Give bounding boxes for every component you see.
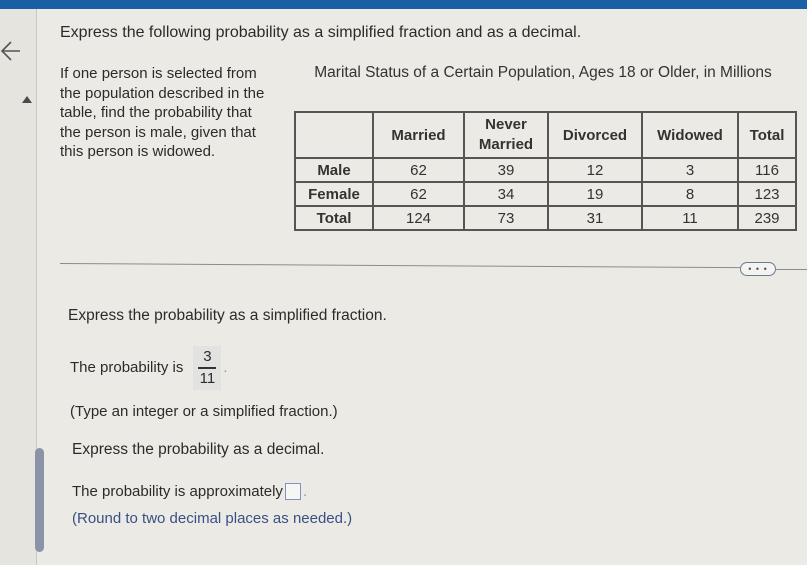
table-cell: 124: [372, 205, 465, 231]
part2-answer-line: The probability is approximately .: [72, 483, 307, 500]
part1-hint: (Type an integer or a simplified fractio…: [70, 403, 338, 420]
table-cell: 12: [547, 157, 643, 183]
table-cell: 34: [463, 181, 549, 207]
table-cell: 39: [463, 157, 549, 183]
arrow-left-icon[interactable]: [0, 40, 22, 62]
fraction-answer-field[interactable]: 3 11: [193, 346, 222, 390]
table-cell: 62: [372, 181, 465, 207]
part1-answer-line: The probability is 3 11 .: [70, 346, 228, 390]
table-cell: 123: [737, 181, 797, 207]
more-button[interactable]: • • •: [740, 262, 776, 276]
top-accent-bar: [0, 0, 807, 9]
never-married-label: Never Married: [478, 116, 534, 153]
column-header-married: Married: [372, 111, 465, 159]
left-gutter: [0, 9, 37, 565]
period: .: [302, 483, 308, 500]
part2-title: Express the probability as a decimal.: [72, 441, 325, 458]
problem-prompt: If one person is selected from the popul…: [60, 65, 265, 160]
marital-status-table: Married Never Married Divorced Widowed T…: [294, 111, 797, 231]
table-cell: 62: [372, 157, 465, 183]
table-cell: 116: [737, 157, 797, 183]
table-cell: 19: [547, 181, 643, 207]
column-header-widowed: Widowed: [641, 111, 739, 159]
table-cell: 31: [547, 205, 643, 231]
fraction-bar: [198, 367, 217, 369]
part2-hint: (Round to two decimal places as needed.): [72, 510, 353, 527]
fraction-denominator: 11: [199, 369, 216, 387]
section-divider: [59, 263, 740, 269]
column-header-blank: [294, 111, 374, 159]
column-header-divorced: Divorced: [547, 111, 643, 159]
section-divider-right: [775, 269, 807, 270]
table-cell: 8: [641, 181, 739, 207]
triangle-up-icon[interactable]: [22, 96, 32, 103]
table-cell: 239: [737, 205, 797, 231]
table-row-female: Female 62 34 19 8 123: [294, 181, 797, 207]
period: .: [223, 359, 228, 377]
table-cell: 11: [641, 205, 739, 231]
fraction-numerator: 3: [203, 348, 212, 365]
part1-title: Express the probability as a simplified …: [68, 307, 387, 324]
row-label: Female: [294, 181, 374, 207]
table-row-male: Male 62 39 12 3 116: [294, 157, 797, 183]
question-title: Express the following probability as a s…: [60, 24, 582, 41]
part2-answer-prefix: The probability is approximately: [72, 483, 283, 500]
table-header-row: Married Never Married Divorced Widowed T…: [294, 111, 797, 159]
decimal-answer-input[interactable]: [284, 483, 301, 500]
part1-answer-prefix: The probability is: [70, 359, 184, 377]
ellipsis-icon: • • •: [748, 263, 768, 274]
table-caption: Marital Status of a Certain Population, …: [314, 64, 772, 81]
table-cell: 73: [463, 205, 549, 231]
table-row-total: Total 124 73 31 11 239: [294, 205, 797, 231]
table-cell: 3: [641, 157, 739, 183]
column-header-never-married: Never Married: [463, 111, 549, 159]
row-label: Male: [294, 157, 374, 183]
column-header-total: Total: [737, 111, 797, 159]
row-label: Total: [294, 205, 374, 231]
scrollbar-thumb[interactable]: [35, 448, 44, 552]
